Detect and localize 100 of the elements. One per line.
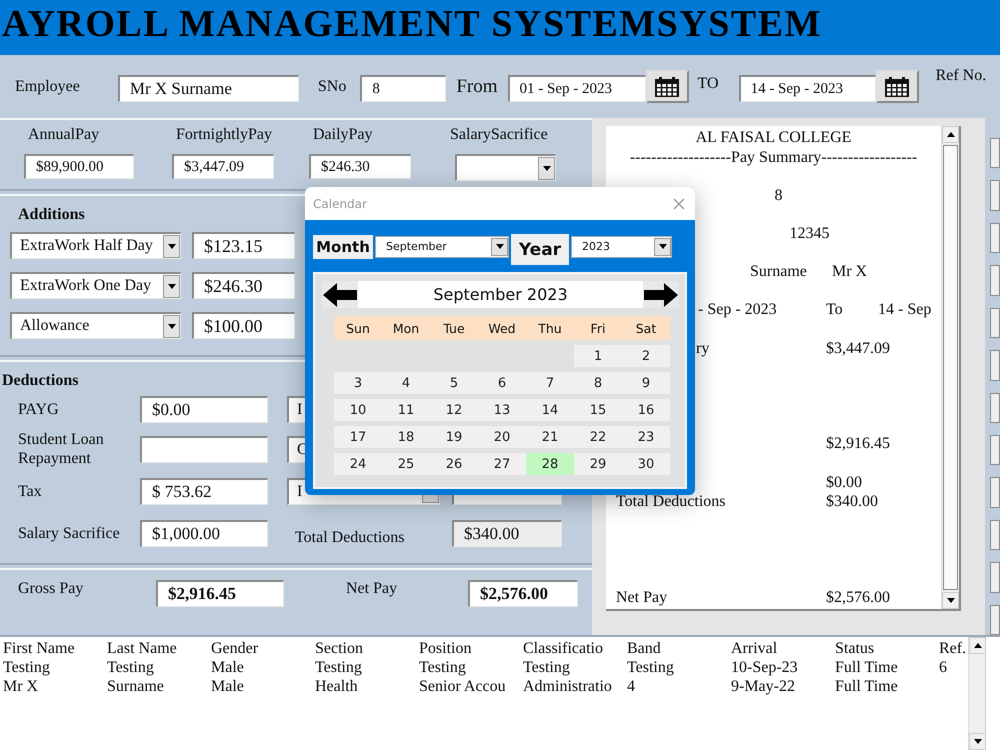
dropdown-button[interactable] [163, 234, 180, 258]
day-cell[interactable]: 24 [334, 453, 382, 475]
day-cell[interactable]: 27 [478, 453, 526, 475]
day-cell[interactable]: 16 [622, 399, 670, 421]
day-cell[interactable]: 6 [478, 372, 526, 394]
day-cell[interactable]: 29 [574, 453, 622, 475]
sno-field[interactable]: 8 [360, 75, 446, 102]
day-cell[interactable]: 30 [622, 453, 670, 475]
side-button[interactable] [990, 265, 1000, 296]
year-dropdown[interactable]: 2023 [571, 236, 672, 258]
day-cell[interactable]: 13 [478, 399, 526, 421]
weekday-label: Sat [634, 320, 658, 338]
table-cell-text: Senior Accou [419, 678, 507, 697]
dropdown-field[interactable] [455, 154, 556, 181]
scroll-up-button[interactable] [942, 126, 959, 143]
pay-field[interactable]: $3,447.09 [172, 154, 274, 179]
side-button[interactable] [990, 562, 1000, 593]
day-cell[interactable]: 28 [526, 453, 574, 475]
amount-field[interactable]: $246.30 [192, 272, 295, 299]
day-cell[interactable]: 12 [430, 399, 478, 421]
side-button[interactable] [990, 308, 1000, 338]
next-month-button[interactable] [643, 281, 679, 308]
day-cell[interactable]: 21 [526, 426, 574, 448]
summary-label: Total Deductions [616, 493, 726, 510]
summary-text: - Sep - 2023 [698, 301, 777, 318]
table-cell-text: Surname [107, 678, 165, 697]
scroll-up-button[interactable] [969, 637, 986, 654]
side-button[interactable] [990, 350, 1000, 381]
calendar-button[interactable] [876, 70, 919, 103]
amount-field[interactable]: $100.00 [192, 312, 295, 339]
calendar-button[interactable] [646, 70, 689, 103]
net-pay-field: $2,576.00 [468, 580, 578, 607]
previous-month-button[interactable] [322, 281, 358, 308]
dropdown-button[interactable] [538, 156, 555, 180]
day-cell[interactable]: 19 [430, 426, 478, 448]
down-arrow-icon [974, 739, 982, 744]
month-dropdown[interactable]: September [375, 236, 509, 258]
day-cell[interactable]: 11 [382, 399, 430, 421]
day-cell[interactable]: 9 [622, 372, 670, 394]
pay-field[interactable]: $246.30 [309, 154, 411, 179]
day-cell[interactable]: 23 [622, 426, 670, 448]
day-cell[interactable]: 1 [574, 345, 622, 367]
date-field[interactable]: 01 - Sep - 2023 [508, 75, 646, 102]
table-cell-text: Health [315, 678, 359, 697]
day-cell[interactable]: 20 [478, 426, 526, 448]
day-cell[interactable]: 17 [334, 426, 382, 448]
day-cell[interactable]: 5 [430, 372, 478, 394]
dropdown-button[interactable] [163, 314, 180, 338]
dropdown-field[interactable]: ExtraWork One Day [10, 272, 181, 299]
day-cell[interactable]: 3 [334, 372, 382, 394]
section-title: Additions [17, 206, 85, 224]
field-label: PAYG [18, 400, 60, 418]
dropdown-button[interactable] [491, 238, 508, 256]
table-cell-text: 4 [627, 678, 636, 697]
day-cell[interactable]: 25 [382, 453, 430, 475]
weekday-label: Sun [345, 320, 371, 338]
deduction-field[interactable]: $0.00 [140, 396, 268, 422]
dropdown-button[interactable] [654, 238, 671, 256]
deduction-field[interactable] [140, 436, 268, 462]
day-cell[interactable]: 10 [334, 399, 382, 421]
side-button[interactable] [990, 222, 1000, 254]
close-button[interactable] [673, 198, 685, 210]
scroll-down-button[interactable] [942, 592, 959, 609]
table-cell-text: Testing [419, 659, 467, 678]
scroll-down-button[interactable] [969, 733, 986, 750]
weekday-label: Fri [590, 320, 606, 338]
field-label: Salary Sacrifice [18, 524, 121, 542]
dropdown-arrow-icon [168, 244, 176, 248]
side-button[interactable] [990, 180, 1000, 211]
table-cell-text: Testing [523, 659, 571, 678]
day-cell[interactable]: 22 [574, 426, 622, 448]
date-field[interactable]: 14 - Sep - 2023 [738, 75, 876, 102]
day-cell[interactable]: 26 [430, 453, 478, 475]
day-cell[interactable]: 8 [574, 372, 622, 394]
day-cell[interactable]: 2 [622, 345, 670, 367]
employee-field[interactable]: Mr X Surname [118, 75, 299, 102]
dropdown-field[interactable]: ExtraWork Half Day [10, 232, 181, 259]
field-label: Total Deductions [294, 528, 406, 547]
table-cell-text: Male [211, 678, 245, 697]
deduction-field[interactable]: $ 753.62 [140, 478, 268, 504]
deduction-field[interactable]: $1,000.00 [140, 520, 268, 546]
table-cell-text: 6 [939, 659, 948, 678]
day-cell[interactable]: 18 [382, 426, 430, 448]
day-cell[interactable]: 4 [382, 372, 430, 394]
dropdown-field[interactable]: Allowance [10, 312, 181, 339]
side-button[interactable] [990, 392, 1000, 423]
pay-field[interactable]: $89,900.00 [24, 154, 134, 179]
side-button[interactable] [990, 138, 1000, 168]
day-cell[interactable]: 14 [526, 399, 574, 421]
field-label: Net Pay [346, 580, 398, 598]
dropdown-button[interactable] [163, 274, 180, 298]
day-cell[interactable]: 7 [526, 372, 574, 394]
side-button[interactable] [990, 477, 1000, 508]
side-button[interactable] [990, 520, 1000, 550]
day-cell[interactable]: 15 [574, 399, 622, 421]
amount-field[interactable]: $123.15 [192, 232, 295, 259]
dropdown-value: September [386, 240, 447, 253]
scroll-thumb[interactable] [943, 145, 958, 590]
field-label: FortnightlyPay [175, 126, 272, 144]
side-button[interactable] [990, 434, 1000, 466]
